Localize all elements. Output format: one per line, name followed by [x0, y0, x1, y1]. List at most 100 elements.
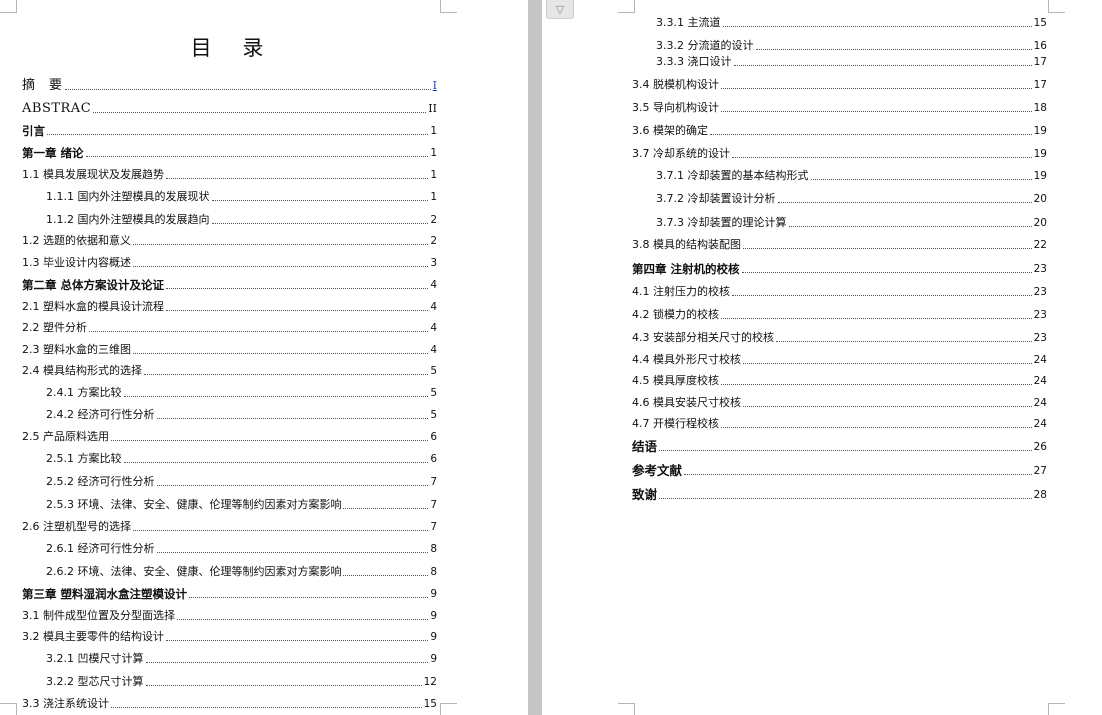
toc-page-number: 19	[1033, 170, 1047, 182]
toc-page-number: 24	[1033, 354, 1047, 366]
toc-entry-text: 1.2 选题的依据和意义	[22, 234, 131, 247]
toc-entry[interactable]: 3.6 模架的确定 19	[632, 124, 1047, 138]
toc-entry-text: 2.5.2 经济可行性分析	[46, 475, 155, 488]
toc-leader-dots	[732, 295, 1032, 296]
toc-entry[interactable]: 2.6.1 经济可行性分析 8	[46, 542, 437, 556]
toc-entry[interactable]: 第二章 总体方案设计及论证 4	[22, 278, 437, 292]
toc-entry-text: 4.3 安装部分相关尺寸的校核	[632, 331, 774, 344]
toc-entry[interactable]: 2.2 塑件分析 4	[22, 321, 437, 335]
toc-entry[interactable]: 2.1 塑料水盒的模具设计流程 4	[22, 300, 437, 314]
toc-entry-text: 3.3.2 分流道的设计	[656, 39, 754, 52]
toc-entry[interactable]: 3.2.2 型芯尺寸计算 12	[46, 675, 437, 689]
toc-entry[interactable]: 3.7.1 冷却装置的基本结构形式 19	[656, 169, 1047, 183]
toc-leader-dots	[211, 200, 429, 201]
toc-entry[interactable]: 4.1 注射压力的校核 23	[632, 285, 1047, 299]
toc-page-number: 9	[430, 588, 437, 600]
toc-entry-text: 2.4 模具结构形式的选择	[22, 364, 142, 377]
toc-entry[interactable]: 3.3.2 分流道的设计 16	[656, 39, 1047, 53]
toc-entry-text: 1.1.2 国内外注塑模具的发展趋向	[46, 213, 210, 226]
toc-leader-dots	[47, 134, 429, 135]
toc-entry[interactable]: 1.1 模具发展现状及发展趋势 1	[22, 168, 437, 182]
toc-page-number: 24	[1033, 418, 1047, 430]
toc-entry[interactable]: 4.2 锁模力的校核 23	[632, 308, 1047, 322]
toc-entry[interactable]: 3.3.1 主流道 15	[656, 16, 1047, 30]
toc-entry[interactable]: 参考文献 27	[632, 464, 1047, 478]
toc-entry-text: 3.2.2 型芯尺寸计算	[46, 675, 144, 688]
toc-entry-text: 3.5 导向机构设计	[632, 101, 719, 114]
toc-entry[interactable]: 3.7 冷却系统的设计 19	[632, 147, 1047, 161]
toc-entry[interactable]: 3.3.3 浇口设计 17	[656, 55, 1047, 69]
toc-page-number: 24	[1033, 397, 1047, 409]
toc-leader-dots	[156, 552, 429, 553]
toc-entry[interactable]: 致谢 28	[632, 488, 1047, 502]
toc-page-number: 23	[1033, 332, 1047, 344]
toc-entry-text: 2.5 产品原料选用	[22, 430, 109, 443]
toc-entry-text: 3.8 模具的结构装配图	[632, 238, 741, 251]
toc-entry-text: 3.3.3 浇口设计	[656, 55, 732, 68]
toc-entry-text: 致谢	[632, 487, 658, 502]
toc-entry[interactable]: 3.8 模具的结构装配图 22	[632, 238, 1047, 252]
toc-entry[interactable]: 2.5.1 方案比较 6	[46, 452, 437, 466]
toc-leader-dots	[145, 662, 429, 663]
toc-leader-dots	[659, 450, 1032, 451]
toc-title: 目 录	[190, 36, 276, 60]
toc-page-number: 3	[430, 257, 437, 269]
toc-entry[interactable]: 1.1.1 国内外注塑模具的发展现状 1	[46, 190, 437, 204]
toc-entry[interactable]: 3.1 制件成型位置及分型面选择 9	[22, 609, 437, 623]
toc-entry[interactable]: 结语 26	[632, 440, 1047, 454]
toc-entry[interactable]: 摘 要I	[22, 79, 437, 93]
toc-entry[interactable]: 4.4 模具外形尺寸校核 24	[632, 353, 1047, 367]
toc-entry[interactable]: 2.5.2 经济可行性分析 7	[46, 475, 437, 489]
toc-entry-text: 2.2 塑件分析	[22, 321, 87, 334]
toc-entry[interactable]: 4.7 开模行程校核 24	[632, 417, 1047, 431]
toc-leader-dots	[732, 157, 1032, 158]
toc-entry[interactable]: 引言 1	[22, 124, 437, 138]
toc-entry[interactable]: 2.6 注塑机型号的选择 7	[22, 520, 437, 534]
toc-entry[interactable]: 3.7.2 冷却装置设计分析 20	[656, 192, 1047, 206]
toc-entry[interactable]: 3.7.3 冷却装置的理论计算 20	[656, 216, 1047, 230]
toc-page-number: 16	[1033, 40, 1047, 52]
toc-entry[interactable]: 2.5 产品原料选用 6	[22, 430, 437, 444]
toc-leader-dots	[144, 374, 429, 375]
toc-entry-text: 3.3.1 主流道	[656, 16, 721, 29]
toc-page-number: 23	[1033, 263, 1047, 275]
toc-entry[interactable]: ABSTRAC II	[22, 102, 437, 116]
toc-entry[interactable]: 4.6 模具安装尺寸校核 24	[632, 396, 1047, 410]
toc-page-number: 7	[430, 499, 437, 511]
page-margin-corner-mark	[440, 0, 457, 13]
toc-entry[interactable]: 3.4 脱模机构设计 17	[632, 78, 1047, 92]
toc-entry[interactable]: 1.2 选题的依据和意义 2	[22, 234, 437, 248]
toc-entry[interactable]: 4.3 安装部分相关尺寸的校核 23	[632, 331, 1047, 345]
toc-entry[interactable]: 3.3 浇注系统设计 15	[22, 697, 437, 711]
toc-entry[interactable]: 2.4.2 经济可行性分析 5	[46, 408, 437, 422]
toc-page-number: 17	[1033, 79, 1047, 91]
toc-entry[interactable]: 3.2 模具主要零件的结构设计 9	[22, 630, 437, 644]
toc-entry-text: 2.4.2 经济可行性分析	[46, 408, 155, 421]
toc-entry[interactable]: 2.6.2 环境、法律、安全、健康、伦理等制约因素对方案影响 8	[46, 565, 437, 579]
toc-entry[interactable]: 3.2.1 凹模尺寸计算 9	[46, 652, 437, 666]
toc-entry[interactable]: 2.5.3 环境、法律、安全、健康、伦理等制约因素对方案影响 7	[46, 498, 437, 512]
toc-entry-text: ABSTRAC	[22, 101, 92, 116]
toc-entry[interactable]: 第三章 塑料湿润水盒注塑模设计 9	[22, 587, 437, 601]
toc-entry-text: 2.6.2 环境、法律、安全、健康、伦理等制约因素对方案影响	[46, 565, 342, 578]
toc-entry[interactable]: 1.1.2 国内外注塑模具的发展趋向 2	[46, 213, 437, 227]
toc-entry[interactable]: 4.5 模具厚度校核 24	[632, 374, 1047, 388]
toc-entry[interactable]: 2.4 模具结构形式的选择 5	[22, 364, 437, 378]
toc-entry[interactable]: 第四章 注射机的校核 23	[632, 262, 1047, 276]
toc-leader-dots	[721, 111, 1032, 112]
document-page-right: 3.3.1 主流道 15 3.3.2 分流道的设计 16 3.3.3 浇口设计 17 3.4…	[542, 0, 1102, 715]
toc-entry[interactable]: 3.5 导向机构设计 18	[632, 101, 1047, 115]
toc-leader-dots	[123, 396, 429, 397]
toc-page-number: 4	[430, 322, 437, 334]
toc-entry[interactable]: 第一章 绪论 1	[22, 146, 437, 160]
toc-leader-dots	[145, 685, 422, 686]
toc-entry-text: 2.6 注塑机型号的选择	[22, 520, 131, 533]
toc-entry[interactable]: 2.3 塑料水盒的三维图 4	[22, 343, 437, 357]
toc-page-number: 1	[430, 191, 437, 203]
toc-entry[interactable]: 1.3 毕业设计内容概述 3	[22, 256, 437, 270]
collapse-arrow-icon[interactable]: ▽	[546, 0, 574, 19]
toc-entry-text: 2.3 塑料水盒的三维图	[22, 343, 131, 356]
toc-page-number[interactable]: I	[433, 79, 437, 93]
toc-entry[interactable]: 2.4.1 方案比较 5	[46, 386, 437, 400]
toc-page-number: 9	[430, 610, 437, 622]
